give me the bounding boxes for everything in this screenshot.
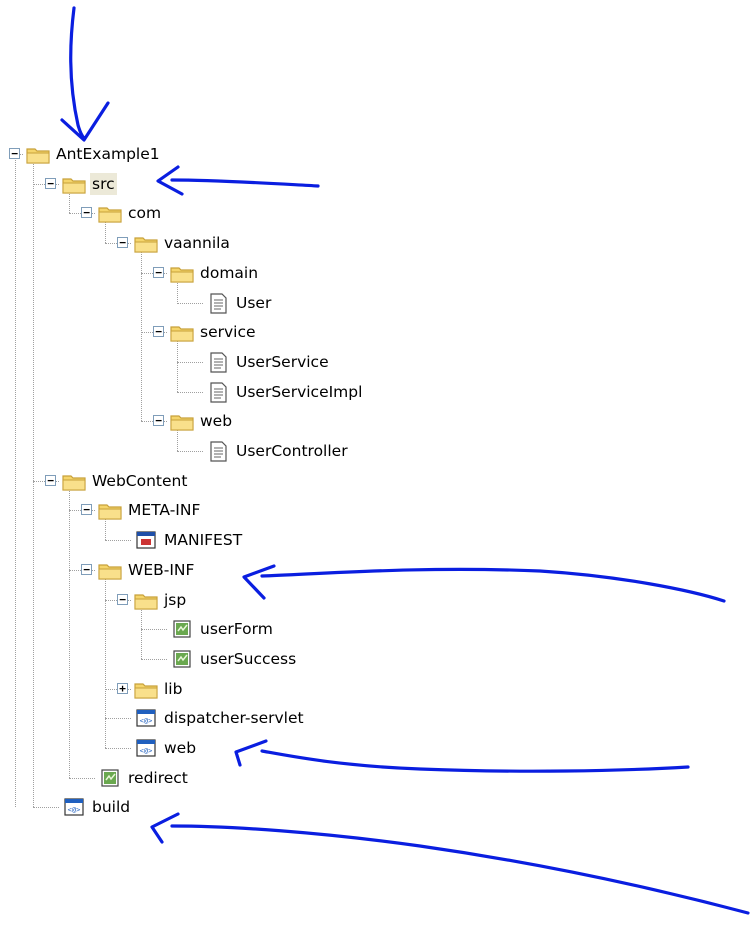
java-file-icon: [205, 440, 231, 462]
tree-node-label[interactable]: vaannila: [162, 232, 232, 254]
tree-node[interactable]: UserService: [0, 348, 755, 376]
tree-node-label[interactable]: UserService: [234, 351, 331, 373]
tree-node-label[interactable]: MANIFEST: [162, 529, 244, 551]
java-file-icon: [205, 351, 231, 373]
tree-node-label[interactable]: redirect: [126, 767, 190, 789]
xml-file-icon: <@>: [61, 796, 87, 818]
tree-node[interactable]: − domain: [0, 259, 755, 287]
tree-node[interactable]: − AntExample1: [0, 140, 755, 168]
jsp-file-icon: [169, 648, 195, 670]
tree-node[interactable]: redirect: [0, 764, 755, 792]
tree-node-label[interactable]: dispatcher-servlet: [162, 707, 306, 729]
svg-text:<@>: <@>: [68, 806, 81, 814]
folder-icon: [133, 232, 159, 254]
folder-icon: [61, 173, 87, 195]
tree-node[interactable]: UserController: [0, 437, 755, 465]
tree-node-label[interactable]: WEB-INF: [126, 559, 196, 581]
tree-node-label[interactable]: UserController: [234, 440, 350, 462]
svg-text:<@>: <@>: [140, 717, 153, 725]
folder-icon: [97, 559, 123, 581]
jsp-file-icon: [97, 767, 123, 789]
tree-node[interactable]: − vaannila: [0, 229, 755, 257]
tree-node-label[interactable]: service: [198, 321, 258, 343]
tree-node-label[interactable]: web: [162, 737, 198, 759]
collapse-toggle-icon[interactable]: −: [153, 266, 164, 278]
collapse-toggle-icon[interactable]: −: [153, 326, 164, 338]
expand-toggle-icon[interactable]: +: [117, 682, 128, 694]
svg-text:<@>: <@>: [140, 747, 153, 755]
folder-icon: [25, 143, 51, 165]
tree-node[interactable]: MANIFEST: [0, 526, 755, 554]
tree-node-label[interactable]: WebContent: [90, 470, 189, 492]
tree-node[interactable]: − service: [0, 318, 755, 346]
tree-node-label[interactable]: User: [234, 292, 273, 314]
tree-node[interactable]: − src: [0, 170, 755, 198]
xml-file-icon: <@>: [133, 707, 159, 729]
folder-icon: [169, 410, 195, 432]
tree-node[interactable]: − WebContent: [0, 467, 755, 495]
tree-node[interactable]: + lib: [0, 675, 755, 703]
java-file-icon: [205, 381, 231, 403]
xml-file-icon: <@>: [133, 737, 159, 759]
tree-node[interactable]: − jsp: [0, 586, 755, 614]
collapse-toggle-icon[interactable]: −: [117, 593, 128, 605]
collapse-toggle-icon[interactable]: −: [153, 415, 164, 427]
folder-icon: [169, 321, 195, 343]
collapse-toggle-icon[interactable]: −: [45, 474, 56, 486]
collapse-toggle-icon[interactable]: −: [9, 148, 20, 159]
tree-node[interactable]: − META-INF: [0, 496, 755, 524]
collapse-toggle-icon[interactable]: −: [81, 504, 92, 516]
tree-node-label[interactable]: com: [126, 202, 163, 224]
tree-node-label[interactable]: domain: [198, 262, 260, 284]
tree-node-label[interactable]: META-INF: [126, 499, 202, 521]
folder-icon: [133, 589, 159, 611]
collapse-toggle-icon[interactable]: −: [117, 237, 128, 249]
tree-node[interactable]: UserServiceImpl: [0, 378, 755, 406]
tree-node-label[interactable]: build: [90, 796, 132, 818]
tree-node-label[interactable]: web: [198, 410, 234, 432]
java-file-icon: [205, 292, 231, 314]
folder-icon: [169, 262, 195, 284]
folder-icon: [61, 470, 87, 492]
tree-node-label[interactable]: userForm: [198, 618, 275, 640]
tree-node[interactable]: − com: [0, 199, 755, 227]
tree-node[interactable]: <@> build: [0, 793, 755, 821]
tree-node[interactable]: − web: [0, 407, 755, 435]
tree-node[interactable]: userForm: [0, 615, 755, 643]
tree-node[interactable]: − WEB-INF: [0, 556, 755, 584]
collapse-toggle-icon[interactable]: −: [45, 177, 56, 189]
tree-node-label[interactable]: AntExample1: [54, 143, 162, 165]
tree-node[interactable]: userSuccess: [0, 645, 755, 673]
tree-node-label[interactable]: src: [90, 172, 117, 195]
folder-icon: [97, 499, 123, 521]
tree-node-label[interactable]: userSuccess: [198, 648, 298, 670]
tree-node[interactable]: User: [0, 289, 755, 317]
jsp-file-icon: [169, 618, 195, 640]
collapse-toggle-icon[interactable]: −: [81, 563, 92, 575]
tree-node-label[interactable]: jsp: [162, 589, 188, 611]
tree-node[interactable]: <@> dispatcher-servlet: [0, 704, 755, 732]
tree-node-label[interactable]: lib: [162, 678, 184, 700]
collapse-toggle-icon[interactable]: −: [81, 207, 92, 219]
tree-node-label[interactable]: UserServiceImpl: [234, 381, 364, 403]
project-tree: − AntExample1 − src − com − vaannila − domain User…: [0, 0, 755, 926]
folder-icon: [133, 678, 159, 700]
tree-node[interactable]: <@> web: [0, 734, 755, 762]
folder-icon: [97, 202, 123, 224]
manifest-file-icon: [133, 529, 159, 551]
